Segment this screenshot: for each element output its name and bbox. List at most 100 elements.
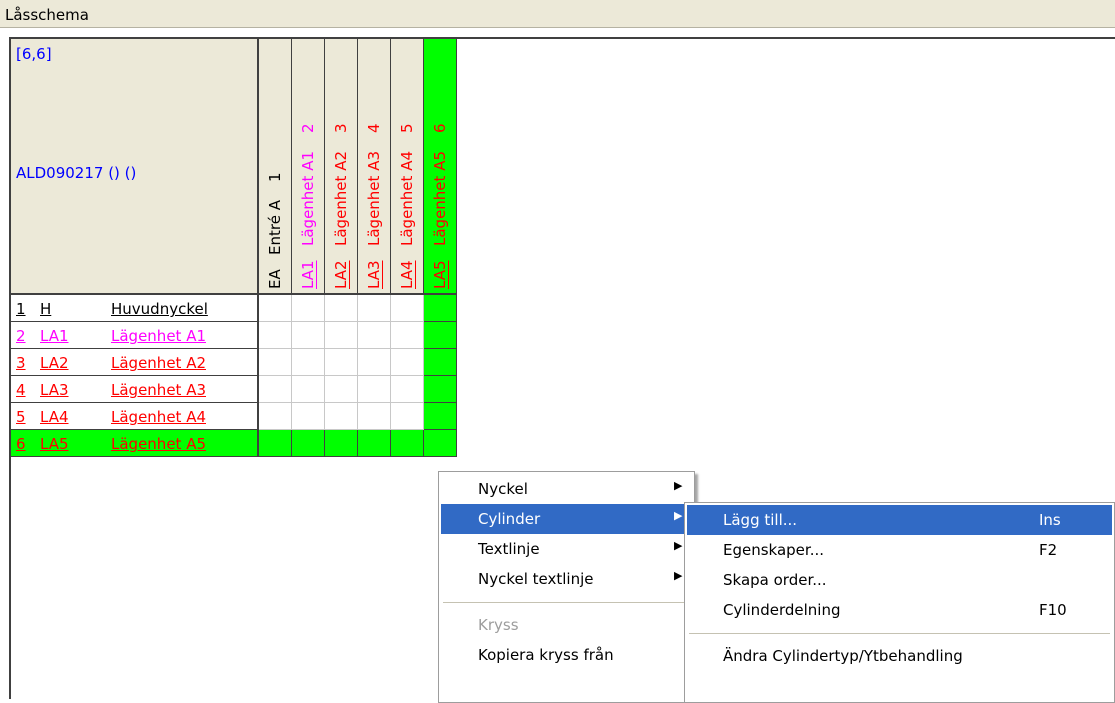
- menu-item-label: Lägg till...: [723, 511, 798, 529]
- submenu-item-lägg-till[interactable]: Lägg till... Ins: [687, 505, 1112, 535]
- grid-cell[interactable]: [424, 376, 457, 403]
- grid-cell[interactable]: [325, 349, 358, 376]
- cylinder-submenu: Lägg till... Ins Egenskaper... F2 Skapa orde…: [684, 502, 1115, 703]
- row-number: 3: [16, 354, 26, 372]
- grid-cell[interactable]: [325, 376, 358, 403]
- grid-corner-header: [6,6] ALD090217 () (): [11, 39, 259, 295]
- row-code: LA1: [40, 327, 69, 345]
- grid-cell[interactable]: [325, 430, 358, 457]
- grid-cell[interactable]: [391, 403, 424, 430]
- column-name: Lägenhet A4: [398, 151, 416, 247]
- grid-cell[interactable]: [391, 349, 424, 376]
- grid-cell[interactable]: [391, 430, 424, 457]
- row-name: Lägenhet A3: [111, 381, 206, 399]
- row-header-6[interactable]: 6 LA5 Lägenhet A5: [11, 430, 259, 457]
- grid-cell[interactable]: [358, 403, 391, 430]
- grid-cell[interactable]: [391, 376, 424, 403]
- grid-cell[interactable]: [358, 322, 391, 349]
- row-number: 4: [16, 381, 26, 399]
- chevron-right-icon: ▶: [674, 509, 683, 522]
- context-menu-item-nyckel[interactable]: Nyckel ▶: [441, 474, 692, 504]
- grid-cell[interactable]: [259, 430, 292, 457]
- panel-title: Låsschema: [5, 6, 89, 24]
- menu-item-label: Ändra Cylindertyp/Ytbehandling: [723, 647, 963, 665]
- panel-title-bar: Låsschema: [0, 0, 1115, 28]
- row-name: Lägenhet A1: [111, 327, 206, 345]
- grid-cell[interactable]: [292, 322, 325, 349]
- row-header-4[interactable]: 4 LA3 Lägenhet A3: [11, 376, 259, 403]
- context-menu-item-kopiera-kryss-från[interactable]: Kopiera kryss från: [441, 640, 692, 670]
- grid-cell[interactable]: [358, 376, 391, 403]
- grid-cell[interactable]: [325, 322, 358, 349]
- row-header-3[interactable]: 3 LA2 Lägenhet A2: [11, 349, 259, 376]
- menu-item-label: Skapa order...: [723, 571, 827, 589]
- grid-cell[interactable]: [292, 349, 325, 376]
- chevron-right-icon: ▶: [674, 479, 683, 492]
- grid-cell[interactable]: [358, 295, 391, 322]
- grid-cell[interactable]: [292, 430, 325, 457]
- column-code: LA1: [299, 260, 317, 289]
- row-header-5[interactable]: 5 LA4 Lägenhet A4: [11, 403, 259, 430]
- submenu-item-cylinderdelning[interactable]: Cylinderdelning F10: [687, 595, 1112, 625]
- grid-cell[interactable]: [424, 403, 457, 430]
- chevron-right-icon: ▶: [674, 569, 683, 582]
- grid-cell[interactable]: [391, 295, 424, 322]
- grid-cell[interactable]: [391, 322, 424, 349]
- submenu-item-ändra-cylindertyp-ytbehandling[interactable]: Ändra Cylindertyp/Ytbehandling: [687, 641, 1112, 671]
- context-menu-item-nyckel-textlinje[interactable]: Nyckel textlinje ▶: [441, 564, 692, 594]
- row-name: Huvudnyckel: [111, 300, 208, 318]
- grid-cell[interactable]: [325, 403, 358, 430]
- column-header-5[interactable]: LA4 Lägenhet A4 5: [391, 39, 424, 295]
- grid-cell[interactable]: [424, 295, 457, 322]
- column-header-6[interactable]: LA5 Lägenhet A5 6: [424, 39, 457, 295]
- context-menu-item-textlinje[interactable]: Textlinje ▶: [441, 534, 692, 564]
- row-name: Lägenhet A4: [111, 408, 206, 426]
- grid-cell[interactable]: [292, 376, 325, 403]
- column-header-2[interactable]: LA1 Lägenhet A1 2: [292, 39, 325, 295]
- column-name: Lägenhet A5: [431, 151, 449, 247]
- grid-cell[interactable]: [292, 403, 325, 430]
- row-header-1[interactable]: 1 H Huvudnyckel: [11, 295, 259, 322]
- column-number: 1: [266, 172, 284, 183]
- column-number: 6: [431, 123, 449, 134]
- grid-cell[interactable]: [259, 376, 292, 403]
- row-code: H: [40, 300, 52, 318]
- grid-cell[interactable]: [424, 430, 457, 457]
- column-name: Lägenhet A2: [332, 151, 350, 247]
- column-number: 3: [332, 123, 350, 134]
- row-header-2[interactable]: 2 LA1 Lägenhet A1: [11, 322, 259, 349]
- submenu-item-skapa-order[interactable]: Skapa order...: [687, 565, 1112, 595]
- column-header-text: EA Entré A 1: [265, 43, 285, 289]
- grid-cell[interactable]: [358, 430, 391, 457]
- context-menu-item-cylinder[interactable]: Cylinder ▶: [441, 504, 692, 534]
- column-header-4[interactable]: LA3 Lägenhet A3 4: [358, 39, 391, 295]
- grid-cell[interactable]: [424, 349, 457, 376]
- grid-cell[interactable]: [325, 295, 358, 322]
- menu-item-label: Egenskaper...: [723, 541, 825, 559]
- chevron-right-icon: ▶: [674, 539, 683, 552]
- column-header-1[interactable]: EA Entré A 1: [259, 39, 292, 295]
- column-number: 2: [299, 123, 317, 134]
- grid-cell[interactable]: [259, 295, 292, 322]
- column-header-text: LA3 Lägenhet A3 4: [364, 43, 384, 289]
- grid-cell[interactable]: [259, 403, 292, 430]
- row-code: LA5: [40, 435, 69, 453]
- column-header-3[interactable]: LA2 Lägenhet A2 3: [325, 39, 358, 295]
- grid-cell[interactable]: [259, 322, 292, 349]
- column-name: Lägenhet A1: [299, 151, 317, 247]
- row-number: 2: [16, 327, 26, 345]
- grid-cell[interactable]: [358, 349, 391, 376]
- grid-cell[interactable]: [292, 295, 325, 322]
- row-number: 1: [16, 300, 26, 318]
- column-name: Entré A: [266, 200, 284, 256]
- menu-item-shortcut: F2: [1039, 541, 1058, 559]
- column-header-text: LA1 Lägenhet A1 2: [298, 43, 318, 289]
- column-name: Lägenhet A3: [365, 151, 383, 247]
- grid-cell[interactable]: [259, 349, 292, 376]
- menu-separator: [689, 633, 1110, 634]
- menu-item-shortcut: Ins: [1039, 511, 1061, 529]
- submenu-item-egenskaper[interactable]: Egenskaper... F2: [687, 535, 1112, 565]
- context-menu-item-kryss[interactable]: Kryss: [441, 610, 692, 640]
- grid-cell[interactable]: [424, 322, 457, 349]
- menu-item-label: Cylinderdelning: [723, 601, 841, 619]
